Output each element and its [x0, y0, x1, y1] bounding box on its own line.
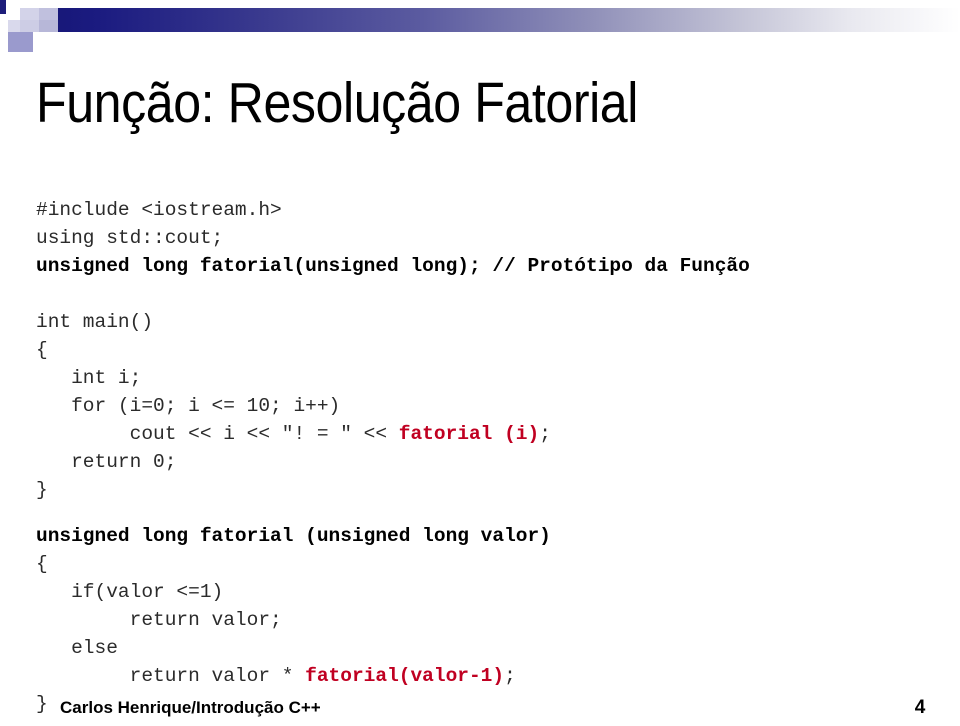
- decorative-square: [39, 20, 58, 32]
- code-token: }: [36, 693, 48, 715]
- code-token: return 0;: [36, 451, 177, 473]
- code-line: {: [36, 336, 936, 364]
- code-listing: #include <iostream.h>using std::cout;uns…: [36, 196, 936, 718]
- code-line: }: [36, 476, 936, 504]
- footer-credit: Carlos Henrique/Introdução C++: [60, 698, 321, 717]
- code-token: int main(): [36, 311, 154, 333]
- code-token: }: [36, 479, 48, 501]
- code-line: return 0;: [36, 448, 936, 476]
- code-line: unsigned long fatorial (unsigned long va…: [36, 522, 936, 550]
- code-token-highlight: fatorial(valor-1): [305, 665, 505, 687]
- code-token: using std::cout;: [36, 227, 224, 249]
- code-line: unsigned long fatorial(unsigned long); /…: [36, 252, 936, 280]
- code-token: #include <iostream.h>: [36, 199, 282, 221]
- decorative-square: [39, 8, 58, 20]
- code-token: {: [36, 339, 48, 361]
- code-token: return valor;: [36, 609, 282, 631]
- code-token-bold: unsigned long fatorial (unsigned long va…: [36, 525, 551, 547]
- page-number: 4: [914, 697, 926, 718]
- page-title: Função: Resolução Fatorial: [36, 71, 638, 135]
- code-line: if(valor <=1): [36, 578, 936, 606]
- decorative-square: [0, 0, 6, 14]
- header-decoration: [0, 0, 960, 56]
- code-token: return valor *: [36, 665, 306, 687]
- code-token: for (i=0; i <= 10; i++): [36, 395, 341, 417]
- code-line: #include <iostream.h>: [36, 196, 936, 224]
- code-token: {: [36, 553, 48, 575]
- code-line: return valor * fatorial(valor-1);: [36, 662, 936, 690]
- code-token-highlight: fatorial (i): [398, 423, 540, 445]
- code-token: cout << i << "! = " <<: [36, 423, 399, 445]
- code-token: ;: [504, 665, 516, 687]
- code-token: else: [36, 637, 118, 659]
- header-accent-square: [0, 0, 6, 14]
- decorative-square: [20, 20, 39, 32]
- code-line: else: [36, 634, 936, 662]
- decorative-square: [8, 32, 33, 52]
- code-line: cout << i << "! = " << fatorial (i);: [36, 420, 936, 448]
- code-line: {: [36, 550, 936, 578]
- code-line: int i;: [36, 364, 936, 392]
- code-token: ;: [539, 423, 551, 445]
- header-gradient-bar: [33, 8, 960, 32]
- decorative-square: [8, 20, 20, 32]
- code-section-gap: [36, 504, 936, 522]
- decorative-square: [20, 8, 39, 20]
- code-token-bold: unsigned long fatorial(unsigned long); /…: [36, 255, 750, 277]
- code-line: for (i=0; i <= 10; i++): [36, 392, 936, 420]
- code-line: using std::cout;: [36, 224, 936, 252]
- code-token: if(valor <=1): [36, 581, 224, 603]
- code-token: int i;: [36, 367, 142, 389]
- code-line: int main(): [36, 308, 936, 336]
- slide: Função: Resolução Fatorial #include <ios…: [0, 0, 960, 726]
- code-line: return valor;: [36, 606, 936, 634]
